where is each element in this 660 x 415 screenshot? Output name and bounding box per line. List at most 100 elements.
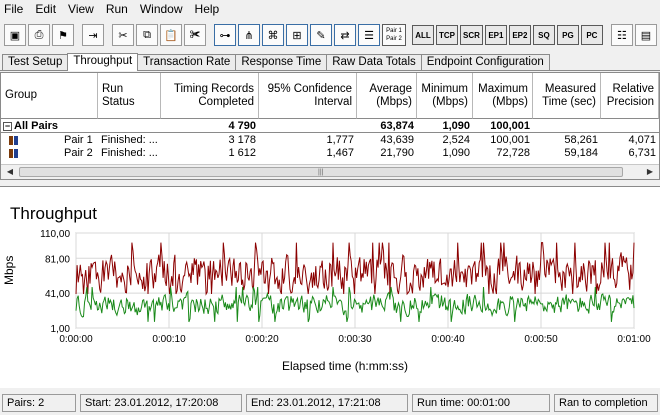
delete-icon[interactable]: ✀ <box>184 24 206 46</box>
column-header-timing-records[interactable]: Timing Records Completed <box>161 73 259 119</box>
endpoint-pair-icon <box>9 135 19 145</box>
add-pair-icon[interactable]: ⊶ <box>214 24 236 46</box>
menu-help[interactable]: Help <box>195 2 220 16</box>
status-pairs: Pairs: 2 <box>2 394 76 412</box>
column-header-measured-time[interactable]: Measured Time (sec) <box>533 73 601 119</box>
filter-sq-button[interactable]: SQ <box>532 25 555 45</box>
save-icon[interactable]: ▣ <box>4 24 26 46</box>
x-tick-label: 0:00:20 <box>245 334 279 345</box>
x-tick-label: 0:00:00 <box>59 334 93 345</box>
column-header-confidence-interval[interactable]: 95% Confidence Interval <box>259 73 357 119</box>
table-row[interactable]: Pair 2 Finished: ... 1 612 1,467 21,790 … <box>1 147 659 159</box>
group-name: Pair 1 <box>64 134 93 146</box>
minimum-cell: 1,090 <box>442 120 470 132</box>
records-cell: 3 178 <box>228 134 256 146</box>
properties-icon[interactable]: ☰ <box>358 24 380 46</box>
minimum-cell: 2,524 <box>442 134 470 146</box>
maximum-cell: 72,728 <box>496 147 530 159</box>
x-tick-label: 0:00:50 <box>524 334 558 345</box>
time-cell <box>533 120 601 132</box>
paste-icon[interactable]: 📋 <box>160 24 182 46</box>
filter-tcp-button[interactable]: TCP <box>436 25 458 45</box>
status-cell <box>98 120 161 132</box>
add-multicast-icon[interactable]: ⋔ <box>238 24 260 46</box>
column-header-relative-precision[interactable]: Relative Precision <box>601 73 659 119</box>
chart-view-icon[interactable]: ▤ <box>634 24 657 46</box>
maximum-cell: 100,001 <box>490 120 530 132</box>
filter-pg-button[interactable]: PG <box>556 25 579 45</box>
average-cell: 63,874 <box>380 120 414 132</box>
scroll-right-icon[interactable]: ▶ <box>643 166 657 178</box>
x-tick-label: 0:00:10 <box>152 334 186 345</box>
tab-transaction-rate[interactable]: Transaction Rate <box>137 54 237 70</box>
filter-ep2-button[interactable]: EP2 <box>508 25 531 45</box>
menu-file[interactable]: File <box>4 2 23 16</box>
tab-test-setup[interactable]: Test Setup <box>2 54 69 70</box>
column-header-minimum[interactable]: Minimum (Mbps) <box>417 73 473 119</box>
x-tick-label: 0:00:40 <box>431 334 465 345</box>
tab-endpoint-configuration[interactable]: Endpoint Configuration <box>420 54 550 70</box>
status-result: Ran to completion <box>554 394 658 412</box>
toolbar: ▣ ⎙ ⚑ ⇥ ✂ ⧉ 📋 ✀ ⊶ ⋔ ⌘ ⊞ ✎ ⇄ ☰ Pair 1 Pai… <box>0 20 660 50</box>
precision-cell <box>601 120 659 132</box>
stop-icon[interactable]: ⇥ <box>82 24 104 46</box>
copy-icon[interactable]: ⧉ <box>136 24 158 46</box>
status-end: End: 23.01.2012, 17:21:08 <box>246 394 408 412</box>
y-tick-label: 110,00 <box>40 229 70 240</box>
status-cell: Finished: ... <box>101 134 158 146</box>
menu-window[interactable]: Window <box>140 2 183 16</box>
pair-view-button[interactable]: Pair 1 Pair 2 <box>382 24 406 46</box>
status-run-time: Run time: 00:01:00 <box>412 394 550 412</box>
menu-bar: File Edit View Run Window Help <box>0 0 660 18</box>
menu-edit[interactable]: Edit <box>35 2 56 16</box>
column-header-group[interactable]: Group <box>1 73 98 119</box>
status-cell: Finished: ... <box>101 147 158 159</box>
time-cell: 58,261 <box>564 134 598 146</box>
results-grid: Group Run Status Timing Records Complete… <box>0 72 660 180</box>
y-tick-label: 41,00 <box>45 289 70 300</box>
records-cell: 1 612 <box>228 147 256 159</box>
list-view-icon[interactable]: ☷ <box>610 24 633 46</box>
group-name: All Pairs <box>14 120 59 132</box>
column-header-run-status[interactable]: Run Status <box>98 73 161 119</box>
filter-scr-button[interactable]: SCR <box>460 25 483 45</box>
pair-view-label-2: Pair 2 <box>386 36 402 42</box>
y-tick-label: 81,00 <box>45 254 70 265</box>
minimum-cell: 1,090 <box>442 147 470 159</box>
topology-icon[interactable]: ⊞ <box>286 24 308 46</box>
records-cell: 4 790 <box>228 120 256 132</box>
run-icon[interactable]: ⚑ <box>52 24 74 46</box>
edit-pair-icon[interactable]: ✎ <box>310 24 332 46</box>
network-icon[interactable]: ⌘ <box>262 24 284 46</box>
endpoint-pair-icon <box>9 148 19 158</box>
table-row-total[interactable]: − All Pairs 4 790 63,874 1,090 100,001 <box>1 120 659 133</box>
filter-all-button[interactable]: ALL <box>412 25 434 45</box>
scrollbar-thumb[interactable]: ||| <box>19 167 623 177</box>
table-row[interactable]: Pair 1 Finished: ... 3 178 1,777 43,639 … <box>1 134 659 146</box>
pair-view-label-1: Pair 1 <box>386 28 402 34</box>
scroll-left-icon[interactable]: ◀ <box>3 166 17 178</box>
x-tick-label: 0:01:00 <box>617 334 651 345</box>
grip-icon: ||| <box>318 169 324 176</box>
column-header-maximum[interactable]: Maximum (Mbps) <box>473 73 533 119</box>
collapse-icon[interactable]: − <box>3 121 12 131</box>
tab-throughput[interactable]: Throughput <box>67 53 139 71</box>
menu-view[interactable]: View <box>68 2 94 16</box>
group-cell: − All Pairs <box>1 120 98 132</box>
tab-response-time[interactable]: Response Time <box>235 54 328 70</box>
cut-icon[interactable]: ✂ <box>112 24 134 46</box>
menu-run[interactable]: Run <box>106 2 128 16</box>
x-tick-label: 0:00:30 <box>338 334 372 345</box>
ci-cell <box>259 120 357 132</box>
print-icon[interactable]: ⎙ <box>28 24 50 46</box>
ci-cell: 1,467 <box>326 147 354 159</box>
swap-icon[interactable]: ⇄ <box>334 24 356 46</box>
average-cell: 43,639 <box>380 134 414 146</box>
column-header-average[interactable]: Average (Mbps) <box>357 73 417 119</box>
filter-pc-button[interactable]: PC <box>580 25 603 45</box>
ci-cell: 1,777 <box>326 134 354 146</box>
precision-cell: 4,071 <box>628 134 656 146</box>
tab-raw-data-totals[interactable]: Raw Data Totals <box>326 54 422 70</box>
horizontal-scrollbar[interactable]: ◀ ||| ▶ <box>1 164 659 179</box>
filter-ep1-button[interactable]: EP1 <box>484 25 507 45</box>
